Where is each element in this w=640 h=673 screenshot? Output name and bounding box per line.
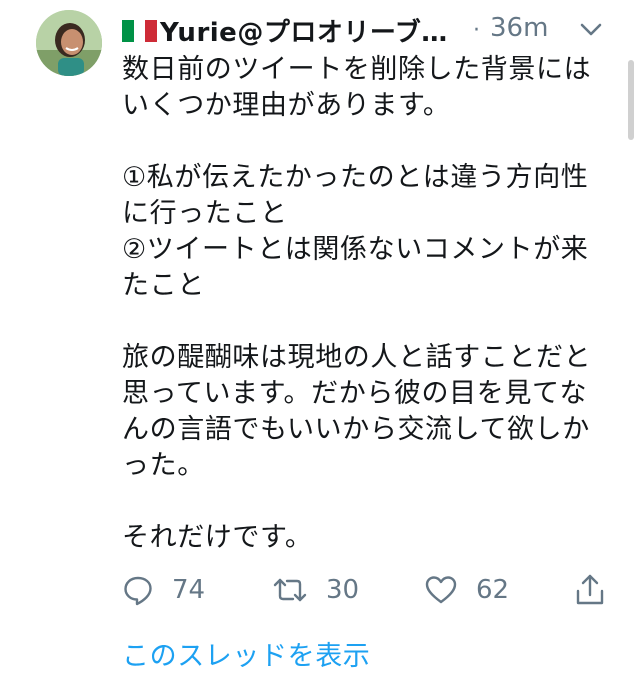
share-icon	[576, 574, 604, 605]
chevron-down-icon[interactable]	[578, 18, 604, 40]
tweet-text-line: たこと	[122, 270, 205, 301]
tweet-text-blank	[122, 124, 622, 160]
avatar[interactable]	[36, 10, 102, 76]
tweet-header: Yurie@プロオリーブ… · 36m	[122, 8, 620, 48]
retweet-button[interactable]: 30	[272, 570, 359, 610]
tweet-text-line: ②ツイートとは関係ないコメントが来	[122, 234, 589, 265]
tweet[interactable]: Yurie@プロオリーブ… · 36m 数日前のツイートを削除した背景には いく…	[0, 0, 640, 673]
tweet-text-line: ①私が伝えたかったのとは違う方向性	[122, 162, 589, 193]
reply-icon	[124, 576, 152, 606]
tweet-text-line: それだけです。	[122, 522, 313, 553]
retweet-icon	[273, 578, 307, 602]
tweet-text-line: んの言語でもいいから交流して欲しか	[122, 414, 590, 445]
like-count: 62	[476, 575, 510, 605]
tweet-text-blank	[122, 484, 622, 520]
tweet-text-line: いくつか理由があります。	[122, 90, 451, 121]
author-name[interactable]: Yurie@プロオリーブ…	[160, 12, 448, 49]
timestamp[interactable]: 36m	[490, 13, 548, 43]
tweet-text-line: 旅の醍醐味は現地の人と話すことだと	[122, 342, 592, 373]
tweet-actions: 74 30 62	[122, 570, 622, 610]
tweet-text-line: に行ったこと	[122, 198, 288, 229]
scrollbar[interactable]	[628, 60, 634, 140]
tweet-text-line: った。	[122, 450, 205, 481]
separator-dot: ·	[473, 18, 480, 43]
tweet-text-blank	[122, 304, 622, 340]
reply-button[interactable]: 74	[122, 570, 205, 610]
tweet-text: 数日前のツイートを削除した背景には いくつか理由があります。 ①私が伝えたかった…	[122, 52, 622, 556]
tweet-text-line: 数日前のツイートを削除した背景には	[122, 54, 592, 85]
reply-count: 74	[172, 575, 206, 605]
show-thread-link[interactable]: このスレッドを表示	[122, 634, 370, 673]
heart-icon	[425, 576, 457, 604]
tweet-text-line: 思っています。だから彼の目を見てな	[122, 378, 588, 409]
like-button[interactable]: 62	[424, 570, 509, 610]
retweet-count: 30	[326, 575, 360, 605]
italy-flag-icon	[122, 20, 158, 42]
share-button[interactable]	[574, 570, 606, 610]
